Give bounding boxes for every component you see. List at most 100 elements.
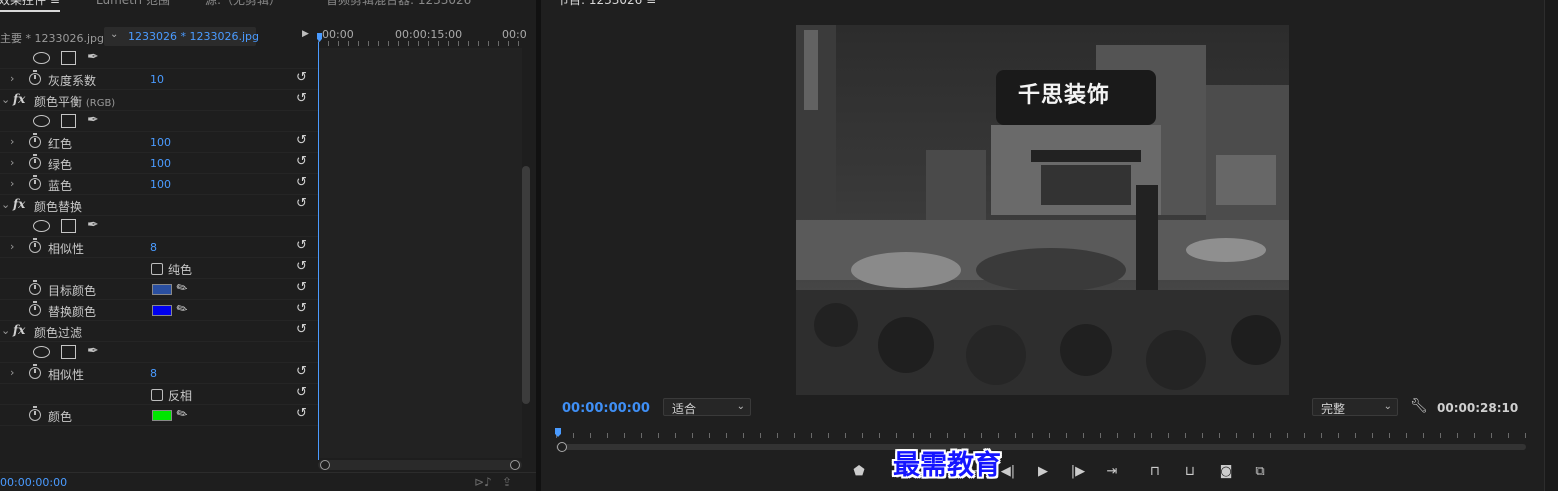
scroll-handle-right[interactable] xyxy=(510,460,520,470)
reset-icon[interactable]: ↺ xyxy=(296,406,307,421)
stopwatch-icon[interactable] xyxy=(29,301,41,316)
tab-lumetri-scopes[interactable]: Lumetri 范围 xyxy=(96,0,170,8)
pen-mask-icon[interactable]: ✒ xyxy=(87,343,99,359)
rectangle-mask-icon[interactable] xyxy=(61,345,76,359)
ellipse-mask-icon[interactable] xyxy=(33,220,50,232)
scroll-handle-left[interactable] xyxy=(557,442,567,452)
reset-icon[interactable]: ↺ xyxy=(296,364,307,379)
chevron-right-icon[interactable]: › xyxy=(10,240,14,253)
chevron-down-icon[interactable]: ⌄ xyxy=(1,324,10,337)
vertical-scrollbar[interactable] xyxy=(522,166,530,404)
stopwatch-icon[interactable] xyxy=(29,133,41,148)
effect-row-color-replace[interactable]: ⌄ fx 颜色替换 ↺ xyxy=(0,195,318,216)
stopwatch-icon[interactable] xyxy=(29,364,41,379)
zoom-level-select[interactable]: 适合 ⌄ xyxy=(663,398,751,416)
eyedropper-icon[interactable]: ✎ xyxy=(174,405,191,423)
reset-icon[interactable]: ↺ xyxy=(296,301,307,316)
add-marker-icon[interactable]: ⬟ xyxy=(848,462,870,482)
reset-icon[interactable]: ↺ xyxy=(296,175,307,190)
tab-program[interactable]: 节目: 1233026 ≡ xyxy=(557,0,656,8)
go-to-out-icon[interactable]: ⇥ xyxy=(1101,462,1123,482)
property-value[interactable]: 10 xyxy=(150,73,164,86)
rectangle-mask-icon[interactable] xyxy=(61,114,76,128)
color-swatch[interactable] xyxy=(152,410,172,421)
comparison-view-icon[interactable]: ⧉ xyxy=(1249,462,1271,482)
eyedropper-icon[interactable]: ✎ xyxy=(174,300,191,318)
tab-audio-clip-mixer[interactable]: 音频剪辑混合器: 1233026 xyxy=(326,0,471,8)
pen-mask-icon[interactable]: ✒ xyxy=(87,49,99,65)
effect-row-color-pass[interactable]: ⌄ fx 颜色过滤 ↺ xyxy=(0,321,318,342)
chevron-right-icon[interactable]: › xyxy=(10,177,14,190)
rectangle-mask-icon[interactable] xyxy=(61,219,76,233)
eyedropper-icon[interactable]: ✎ xyxy=(174,279,191,297)
keyframe-timeline-area[interactable] xyxy=(318,48,522,458)
reset-icon[interactable]: ↺ xyxy=(296,91,307,106)
zoom-scrollbar[interactable] xyxy=(556,444,1526,450)
ellipse-mask-icon[interactable] xyxy=(33,115,50,127)
export-icon[interactable]: ⇪ xyxy=(502,475,512,489)
solid-color-checkbox[interactable] xyxy=(151,263,163,275)
reset-icon[interactable]: ↺ xyxy=(296,322,307,337)
play-icon[interactable]: ▶ xyxy=(1032,462,1054,482)
tab-source[interactable]: 源:（无剪辑） xyxy=(205,0,281,8)
scroll-handle-left[interactable] xyxy=(320,460,330,470)
playhead-line xyxy=(318,42,319,460)
stopwatch-icon[interactable] xyxy=(29,280,41,295)
wrench-icon[interactable]: 🔧︎ xyxy=(1410,398,1428,414)
master-clip-label[interactable]: 主要 * 1233026.jpg xyxy=(0,30,104,46)
time-ruler[interactable] xyxy=(556,428,1526,442)
pen-mask-icon[interactable]: ✒ xyxy=(87,217,99,233)
property-value[interactable]: 100 xyxy=(150,157,171,170)
invert-checkbox[interactable] xyxy=(151,389,163,401)
stopwatch-icon[interactable] xyxy=(29,175,41,190)
reset-icon[interactable]: ↺ xyxy=(296,196,307,211)
chevron-right-icon[interactable]: › xyxy=(10,156,14,169)
extract-icon[interactable]: ⊔ xyxy=(1179,462,1201,482)
fx-icon[interactable]: fx xyxy=(13,92,25,106)
color-swatch[interactable] xyxy=(152,284,172,295)
video-preview[interactable]: 千思装饰 xyxy=(796,25,1289,395)
reset-icon[interactable]: ↺ xyxy=(296,238,307,253)
ellipse-mask-icon[interactable] xyxy=(33,346,50,358)
step-forward-icon[interactable]: |▶︎ xyxy=(1067,462,1089,482)
chevron-right-icon[interactable]: › xyxy=(10,72,14,85)
ellipse-mask-icon[interactable] xyxy=(33,52,50,64)
effect-title: 颜色替换 xyxy=(34,200,83,214)
property-label: 红色 xyxy=(48,137,73,151)
reset-icon[interactable]: ↺ xyxy=(296,280,307,295)
chevron-down-icon[interactable]: ⌄ xyxy=(1,198,10,211)
play-triangle-icon[interactable]: ▶ xyxy=(302,29,309,39)
reset-icon[interactable]: ↺ xyxy=(296,70,307,85)
reset-icon[interactable]: ↺ xyxy=(296,259,307,274)
rectangle-mask-icon[interactable] xyxy=(61,51,76,65)
effects-timeline-ruler[interactable]: 00:00 00:00:15:00 00:0 xyxy=(318,26,527,46)
effect-row-color-balance[interactable]: ⌄ fx 颜色平衡 (RGB) ↺ xyxy=(0,90,318,111)
tab-effect-controls[interactable]: 效果控件 ≡ xyxy=(0,0,60,12)
pen-mask-icon[interactable]: ✒ xyxy=(87,112,99,128)
footer-timecode[interactable]: 00:00:00:00 xyxy=(0,476,67,489)
stopwatch-icon[interactable] xyxy=(29,238,41,253)
stopwatch-icon[interactable] xyxy=(29,154,41,169)
fx-icon[interactable]: fx xyxy=(13,197,25,211)
property-value[interactable]: 100 xyxy=(150,178,171,191)
timeline-zoom-scrollbar[interactable] xyxy=(318,460,522,470)
color-swatch[interactable] xyxy=(152,305,172,316)
chevron-right-icon[interactable]: › xyxy=(10,366,14,379)
chevron-right-icon[interactable]: › xyxy=(10,135,14,148)
reset-icon[interactable]: ↺ xyxy=(296,133,307,148)
stopwatch-icon[interactable] xyxy=(29,70,41,85)
property-value[interactable]: 100 xyxy=(150,136,171,149)
reset-icon[interactable]: ↺ xyxy=(296,385,307,400)
playback-resolution-select[interactable]: 完整 ⌄ xyxy=(1312,398,1398,416)
chevron-down-icon[interactable]: ⌄ xyxy=(1,93,10,106)
reset-icon[interactable]: ↺ xyxy=(296,154,307,169)
clip-selector[interactable]: ⌄ 1233026 * 1233026.jpg xyxy=(104,27,259,46)
stopwatch-icon[interactable] xyxy=(29,406,41,421)
audio-icon[interactable]: ⊳♪ xyxy=(474,475,492,489)
lift-icon[interactable]: ⊓ xyxy=(1144,462,1166,482)
property-value[interactable]: 8 xyxy=(150,367,157,380)
playhead-timecode[interactable]: 00:00:00:00 xyxy=(562,401,650,416)
fx-icon[interactable]: fx xyxy=(13,323,25,337)
property-value[interactable]: 8 xyxy=(150,241,157,254)
camera-icon[interactable]: ◙ xyxy=(1215,462,1237,482)
